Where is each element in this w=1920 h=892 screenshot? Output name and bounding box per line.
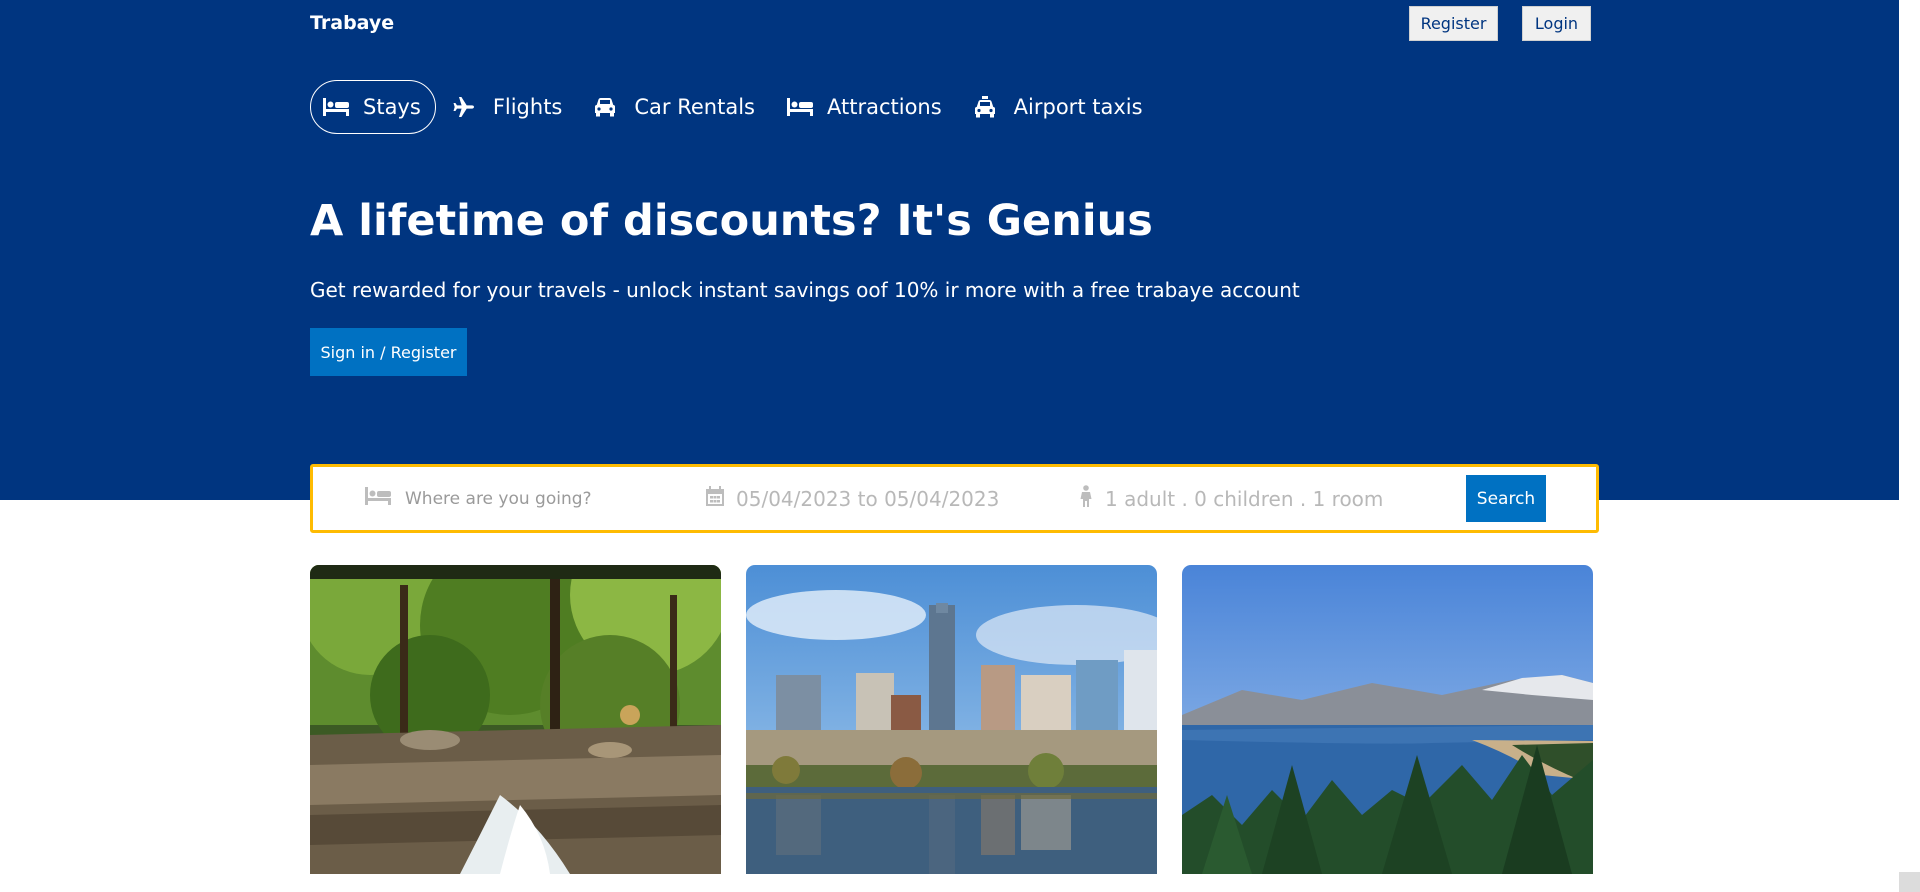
nav-tab-flights[interactable]: Flights [440, 80, 578, 134]
guests-field[interactable]: 1 adult . 0 children . 1 room [1079, 467, 1383, 530]
destination-card-lake[interactable] [1182, 565, 1593, 874]
bed-icon [786, 96, 815, 118]
search-bar: Where are you going? 05/04/2023 to 05/04… [310, 464, 1599, 533]
car-icon [594, 96, 622, 118]
destination-card-forest[interactable] [310, 565, 721, 874]
person-icon [1079, 485, 1093, 512]
bed-icon [323, 96, 351, 118]
nav-tab-car-rentals[interactable]: Car Rentals [581, 80, 770, 134]
hero-subtitle: Get rewarded for your travels - unlock i… [310, 278, 1300, 302]
calendar-icon [706, 486, 724, 511]
nav-tab-label: Airport taxis [1013, 95, 1143, 119]
nav-tab-airport-taxis[interactable]: Airport taxis [961, 80, 1158, 134]
nav-tab-label: Stays [363, 95, 421, 119]
plane-icon [453, 96, 481, 118]
nav-tab-label: Flights [492, 95, 563, 119]
hero-banner [0, 0, 1899, 500]
mountain-lake-pines-photo [1182, 565, 1593, 874]
date-range-field[interactable]: 05/04/2023 to 05/04/2023 [706, 467, 999, 530]
scrollbar-corner [1899, 872, 1920, 892]
nav-tab-attractions[interactable]: Attractions [774, 80, 957, 134]
guests-value: 1 adult . 0 children . 1 room [1105, 486, 1384, 511]
nav-tab-stays[interactable]: Stays [310, 80, 436, 134]
sign-in-register-button[interactable]: Sign in / Register [310, 328, 467, 376]
forest-waterfall-photo [310, 565, 721, 874]
register-button[interactable]: Register [1409, 6, 1498, 41]
city-skyline-lake-photo [746, 565, 1157, 874]
login-button[interactable]: Login [1522, 6, 1591, 41]
destination-card-city[interactable] [746, 565, 1157, 874]
brand-logo[interactable]: Trabaye [310, 12, 394, 34]
bed-icon [365, 487, 391, 510]
nav-tab-label: Car Rentals [634, 95, 755, 119]
destination-field[interactable]: Where are you going? [365, 467, 592, 530]
category-nav: Stays Flights Car Rentals Attractions Ai… [310, 80, 1162, 134]
hero-title: A lifetime of discounts? It's Genius [310, 196, 1153, 246]
search-button[interactable]: Search [1466, 475, 1546, 522]
date-range-value: 05/04/2023 to 05/04/2023 [736, 486, 1000, 511]
nav-tab-label: Attractions [826, 95, 942, 119]
taxi-icon [974, 96, 1002, 118]
destination-placeholder: Where are you going? [405, 488, 592, 509]
